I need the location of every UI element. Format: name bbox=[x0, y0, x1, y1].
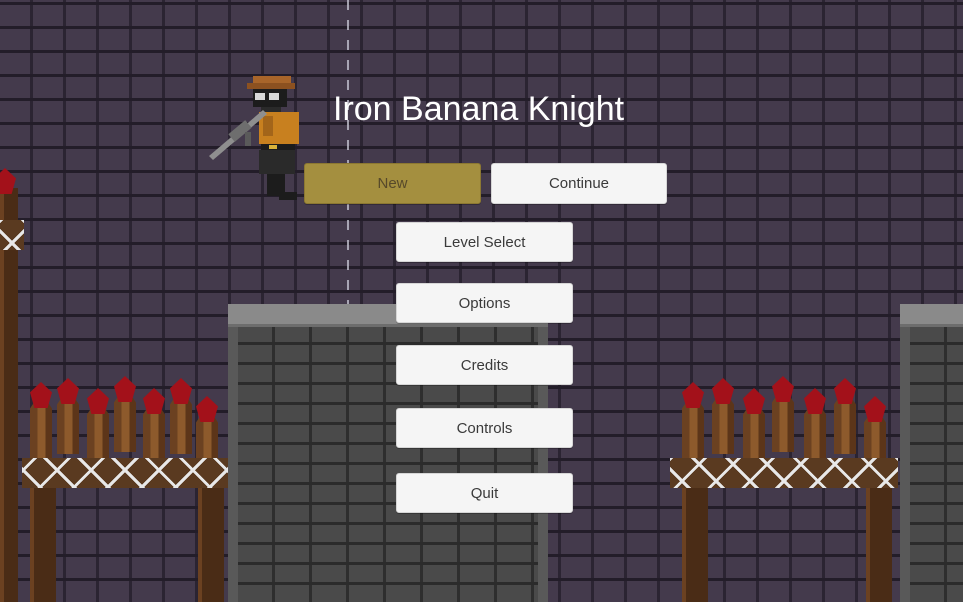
stone-pillar-right bbox=[900, 304, 963, 602]
options-button[interactable]: Options bbox=[396, 283, 573, 323]
trap-leg bbox=[198, 470, 224, 602]
background-brick-wall: Iron Banana Knight New Continue Level Se… bbox=[0, 0, 963, 602]
trap-rope bbox=[22, 458, 228, 488]
knight-character-icon bbox=[209, 76, 299, 200]
stake-blood-tip bbox=[87, 388, 109, 414]
game-title: Iron Banana Knight bbox=[333, 90, 625, 128]
trap-leg bbox=[866, 470, 892, 602]
stake-blood-tip bbox=[143, 388, 165, 414]
new-game-button[interactable]: New bbox=[304, 163, 481, 204]
stake-blood-tip bbox=[170, 378, 192, 404]
continue-button[interactable]: Continue bbox=[491, 163, 667, 204]
stone-pillar-right-cap bbox=[900, 304, 963, 327]
level-select-button[interactable]: Level Select bbox=[396, 222, 573, 262]
quit-button[interactable]: Quit bbox=[396, 473, 573, 513]
credits-button[interactable]: Credits bbox=[396, 345, 573, 385]
left-post-rope bbox=[0, 220, 24, 250]
left-wooden-post bbox=[0, 188, 18, 602]
trap-leg bbox=[30, 470, 56, 602]
trap-rope bbox=[670, 458, 898, 488]
trap-leg bbox=[682, 470, 708, 602]
stake-blood-tip bbox=[196, 396, 218, 422]
stake-blood-tip bbox=[114, 376, 136, 402]
controls-button[interactable]: Controls bbox=[396, 408, 573, 448]
